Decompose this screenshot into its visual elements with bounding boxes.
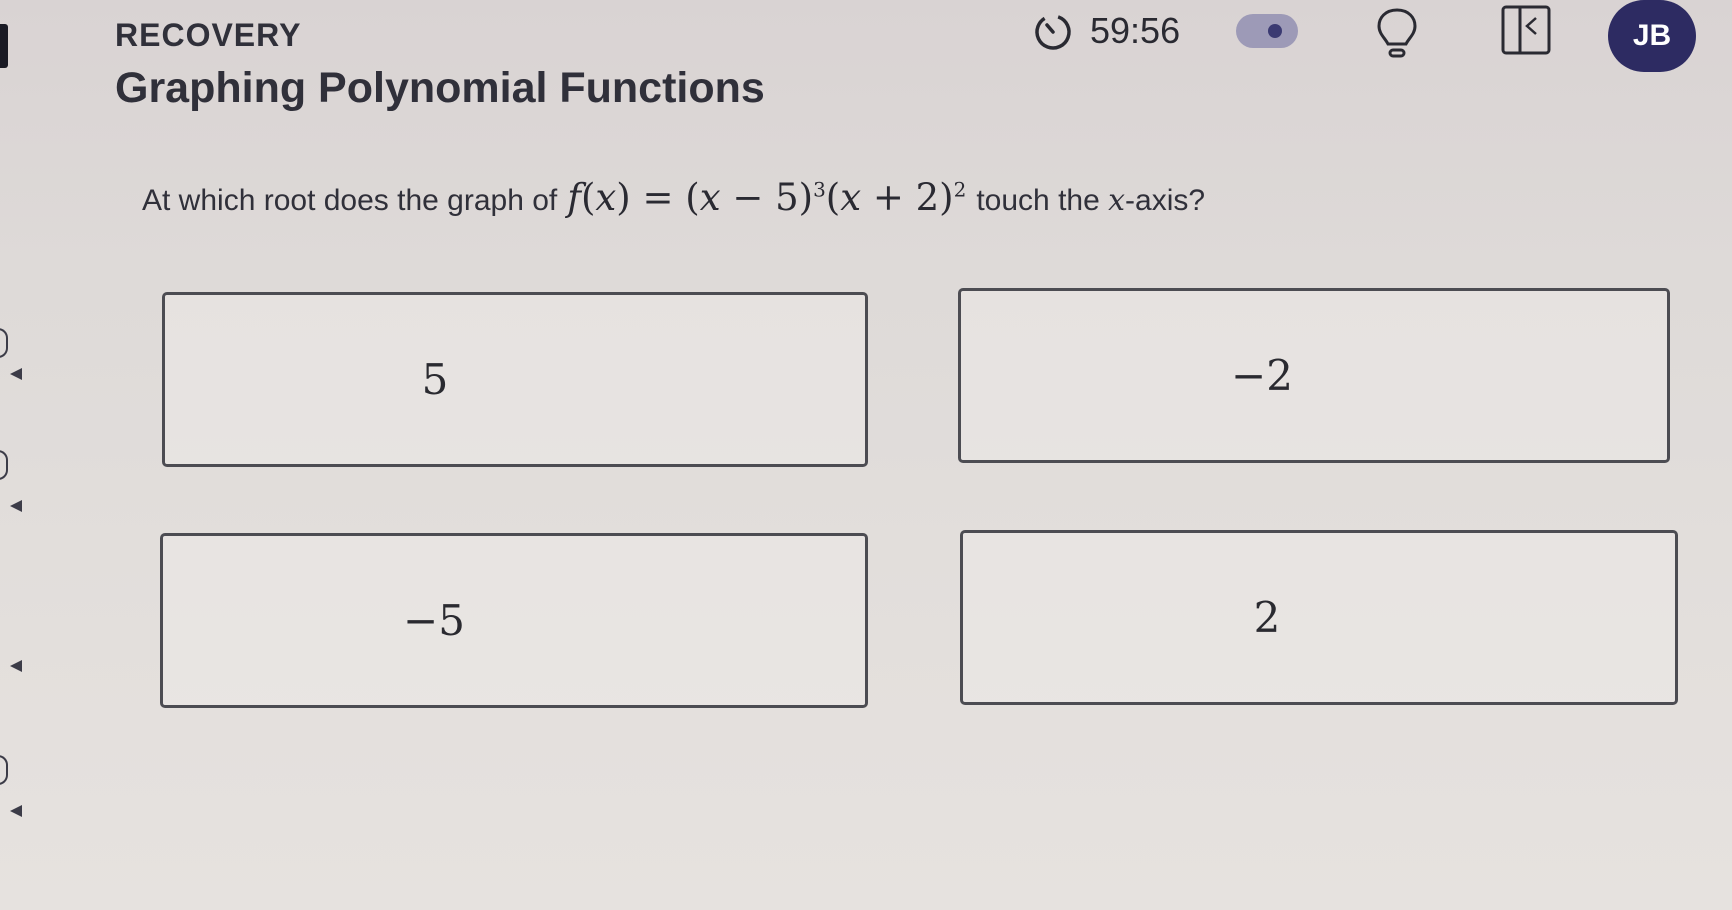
question-suffix-after: -axis? xyxy=(1125,184,1206,217)
expr-part-b: − 5) xyxy=(720,176,814,219)
paren-open: ( xyxy=(580,176,596,219)
answer-choice-label: −5 xyxy=(403,596,465,645)
answer-choice-label: 5 xyxy=(421,355,449,404)
exponent-a: 3 xyxy=(813,177,826,202)
rail-marker-icon xyxy=(10,660,22,672)
answer-choice-a[interactable]: 5 xyxy=(162,292,868,467)
left-rail xyxy=(0,300,30,860)
answer-choice-label: −2 xyxy=(1231,351,1293,400)
axis-var: x xyxy=(1108,183,1126,218)
question-suffix: touch the x-axis? xyxy=(976,183,1205,218)
expr-part-a: ) = ( xyxy=(616,176,700,219)
toggle-switch[interactable] xyxy=(1236,14,1298,48)
calculator-icon[interactable] xyxy=(1500,4,1552,61)
user-avatar[interactable]: JB xyxy=(1608,0,1696,72)
function-var: x xyxy=(595,176,617,219)
question-text: At which root does the graph of f(x) = (… xyxy=(142,176,1205,219)
answer-choice-d[interactable]: 2 xyxy=(960,530,1678,705)
answer-choice-label: 2 xyxy=(1253,593,1281,642)
expr-var-b: x xyxy=(840,176,862,219)
timer-value: 59:56 xyxy=(1090,10,1181,51)
exponent-b: 2 xyxy=(953,177,967,202)
page-title: Graphing Polynomial Functions xyxy=(115,64,765,112)
paren-open-b: ( xyxy=(825,176,841,219)
answer-choice-c[interactable]: −5 xyxy=(160,533,868,708)
expr-part-c: + 2) xyxy=(861,176,954,219)
lightbulb-icon[interactable] xyxy=(1372,4,1422,69)
expr-var-a: x xyxy=(699,176,721,219)
rail-marker-icon xyxy=(10,805,22,817)
mode-label: RECOVERY xyxy=(115,17,302,53)
answer-choice-b[interactable]: −2 xyxy=(958,288,1670,463)
rail-marker-icon xyxy=(10,500,22,512)
timer-icon xyxy=(1032,10,1074,52)
rail-bracket-icon xyxy=(0,755,8,785)
question-prefix: At which root does the graph of xyxy=(142,184,558,217)
rail-marker-icon xyxy=(10,368,22,380)
toggle-knob xyxy=(1268,24,1282,38)
function-expression: f(x) = (x − 5)3(x + 2)2 xyxy=(567,176,966,219)
question-suffix-before: touch the xyxy=(976,184,1100,217)
timer: 59:56 xyxy=(1032,10,1180,52)
avatar-initials: JB xyxy=(1632,19,1672,52)
side-panel-tab[interactable] xyxy=(0,24,8,68)
function-name: f xyxy=(567,176,581,219)
rail-bracket-icon xyxy=(0,450,8,480)
rail-bracket-icon xyxy=(0,328,8,358)
